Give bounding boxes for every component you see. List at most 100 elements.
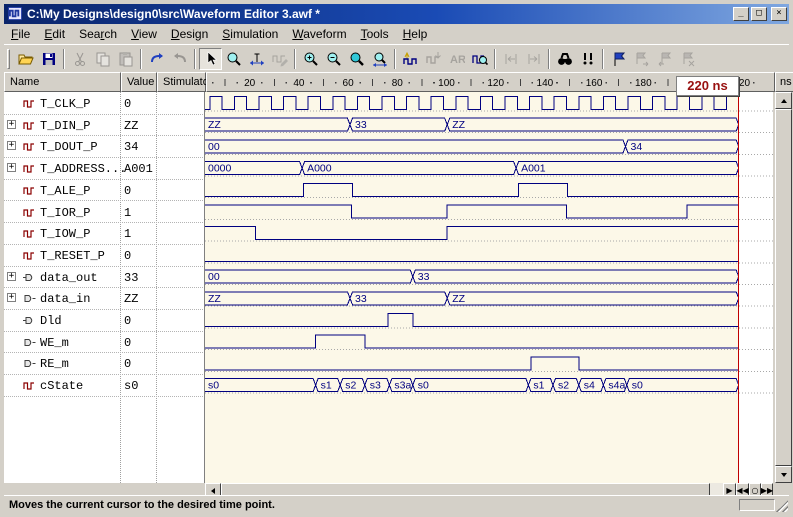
flag-button[interactable]: [607, 48, 630, 70]
svg-text:33: 33: [355, 119, 367, 131]
zoom-fit-icon: [372, 51, 388, 67]
menu-search[interactable]: Search: [72, 25, 124, 43]
zoom-in-button[interactable]: [299, 48, 322, 70]
cut-button: [68, 48, 91, 70]
expand-toggle[interactable]: +: [7, 163, 16, 172]
svg-text:80: 80: [392, 78, 404, 89]
open-folder-icon: [18, 51, 34, 67]
menu-waveform[interactable]: Waveform: [285, 25, 353, 43]
shift-left-button: [499, 48, 522, 70]
menu-file[interactable]: File: [4, 25, 37, 43]
svg-text:140: 140: [537, 78, 554, 89]
scroll-up-button[interactable]: [775, 92, 792, 109]
signal-row-t-iow-p[interactable]: T_IOW_P1: [4, 223, 205, 245]
svg-text:s0: s0: [418, 380, 429, 392]
expand-toggle[interactable]: +: [7, 120, 16, 129]
signal-row-data-in[interactable]: +data_inZZ: [4, 288, 205, 310]
toolbar-separator: [548, 49, 550, 69]
expand-toggle[interactable]: +: [7, 272, 16, 281]
signal-row-dld[interactable]: Dld0: [4, 310, 205, 332]
signal-row-re-m[interactable]: RE_m0: [4, 353, 205, 375]
waveform-icon: [23, 185, 36, 196]
expand-toggle[interactable]: +: [7, 293, 16, 302]
signal-row-t-din-p[interactable]: +T_DIN_PZZ: [4, 115, 205, 137]
vertical-scroll-thumb[interactable]: [775, 109, 792, 466]
add-signal-button[interactable]: [399, 48, 422, 70]
undo-icon: [149, 51, 165, 67]
signal-name: data_in: [40, 292, 90, 306]
menu-tools[interactable]: Tools: [354, 25, 396, 43]
time-cursor-icon: [249, 51, 265, 67]
signal-row-t-dout-p[interactable]: +T_DOUT_P34: [4, 136, 205, 158]
menu-bar: FileEditSearchViewDesignSimulationWavefo…: [4, 24, 789, 44]
zoom-out-button[interactable]: [322, 48, 345, 70]
status-panel: [739, 499, 775, 511]
waveform-icon: [23, 228, 36, 239]
menu-help[interactable]: Help: [396, 25, 435, 43]
pointer-button[interactable]: [199, 48, 222, 70]
menu-edit[interactable]: Edit: [37, 25, 72, 43]
signal-row-t-ior-p[interactable]: T_IOR_P1: [4, 202, 205, 224]
svg-text:40: 40: [293, 78, 305, 89]
signal-row-t-clk-p[interactable]: T_CLK_P0: [4, 93, 205, 115]
find-signal-icon: [472, 51, 488, 67]
scroll-down-button[interactable]: [775, 466, 792, 483]
waveform-canvas[interactable]: ZZ33ZZ00340000A000A0010033ZZ33ZZs0s1s2s3…: [205, 92, 773, 483]
signal-value: 1: [124, 206, 131, 220]
signal-value: A001: [124, 162, 153, 176]
menu-design[interactable]: Design: [164, 25, 215, 43]
menu-view[interactable]: View: [124, 25, 164, 43]
signal-row-cstate[interactable]: cStates0: [4, 375, 205, 397]
signal-name: T_DOUT_P: [40, 140, 98, 154]
waveform-plot[interactable]: ZZ33ZZ00340000A000A0010033ZZ33ZZs0s1s2s3…: [205, 92, 773, 483]
undo-button[interactable]: [145, 48, 168, 70]
signal-value: 33: [124, 271, 138, 285]
signal-row-we-m[interactable]: WE_m0: [4, 332, 205, 354]
rename-signal-button: AR: [445, 48, 468, 70]
toolbar-grip[interactable]: [7, 49, 10, 69]
minimize-button[interactable]: _: [733, 7, 749, 21]
save-button[interactable]: [37, 48, 60, 70]
signal-name: data_out: [40, 271, 98, 285]
zoom-select-icon: [226, 51, 242, 67]
zoom-full-button[interactable]: [345, 48, 368, 70]
copy-button: [91, 48, 114, 70]
signal-list-pane[interactable]: T_CLK_P0+T_DIN_PZZ+T_DOUT_P34+T_ADDRESS.…: [4, 92, 205, 483]
window-title: C:\My Designs\design0\src\Waveform Edito…: [27, 7, 731, 21]
svg-text:A000: A000: [307, 163, 332, 175]
waveform-icon: [23, 163, 36, 174]
cursors-button[interactable]: [576, 48, 599, 70]
signal-row-t-address-[interactable]: +T_ADDRESS...A001: [4, 158, 205, 180]
svg-text:33: 33: [418, 271, 430, 283]
binoculars-button[interactable]: [553, 48, 576, 70]
time-cursor-button[interactable]: [245, 48, 268, 70]
resize-grip[interactable]: [776, 500, 788, 512]
signal-name: T_IOW_P: [40, 227, 90, 241]
expand-toggle[interactable]: +: [7, 141, 16, 150]
svg-text:s4: s4: [584, 380, 595, 392]
shift-left-icon: [503, 51, 519, 67]
flag-clear-icon: [680, 51, 696, 67]
signal-row-t-reset-p[interactable]: T_RESET_P0: [4, 245, 205, 267]
menu-simulation[interactable]: Simulation: [215, 25, 285, 43]
signal-row-data-out[interactable]: + data_out 33: [4, 267, 205, 289]
flag-next-icon: [634, 51, 650, 67]
title-bar[interactable]: C:\My Designs\design0\src\Waveform Edito…: [4, 4, 789, 24]
find-signal-button[interactable]: [468, 48, 491, 70]
close-button[interactable]: ×: [771, 7, 787, 21]
svg-text:34: 34: [631, 141, 643, 153]
column-header-row: Name Value Stimulator 204060801001201401…: [4, 72, 789, 92]
open-folder-button[interactable]: [14, 48, 37, 70]
signal-row-t-ale-p[interactable]: T_ALE_P0: [4, 180, 205, 202]
zoom-fit-button[interactable]: [368, 48, 391, 70]
svg-text:0000: 0000: [208, 163, 232, 175]
maximize-button[interactable]: □: [751, 7, 767, 21]
cursor-time-tooltip: 220 ns: [676, 76, 739, 96]
column-header-stimulator[interactable]: Stimulator: [157, 72, 206, 92]
cut-icon: [72, 51, 88, 67]
vertical-scrollbar[interactable]: [775, 92, 792, 483]
column-header-name[interactable]: Name: [4, 72, 121, 92]
column-header-value[interactable]: Value: [121, 72, 157, 92]
svg-text:60: 60: [343, 78, 355, 89]
zoom-select-button[interactable]: [222, 48, 245, 70]
